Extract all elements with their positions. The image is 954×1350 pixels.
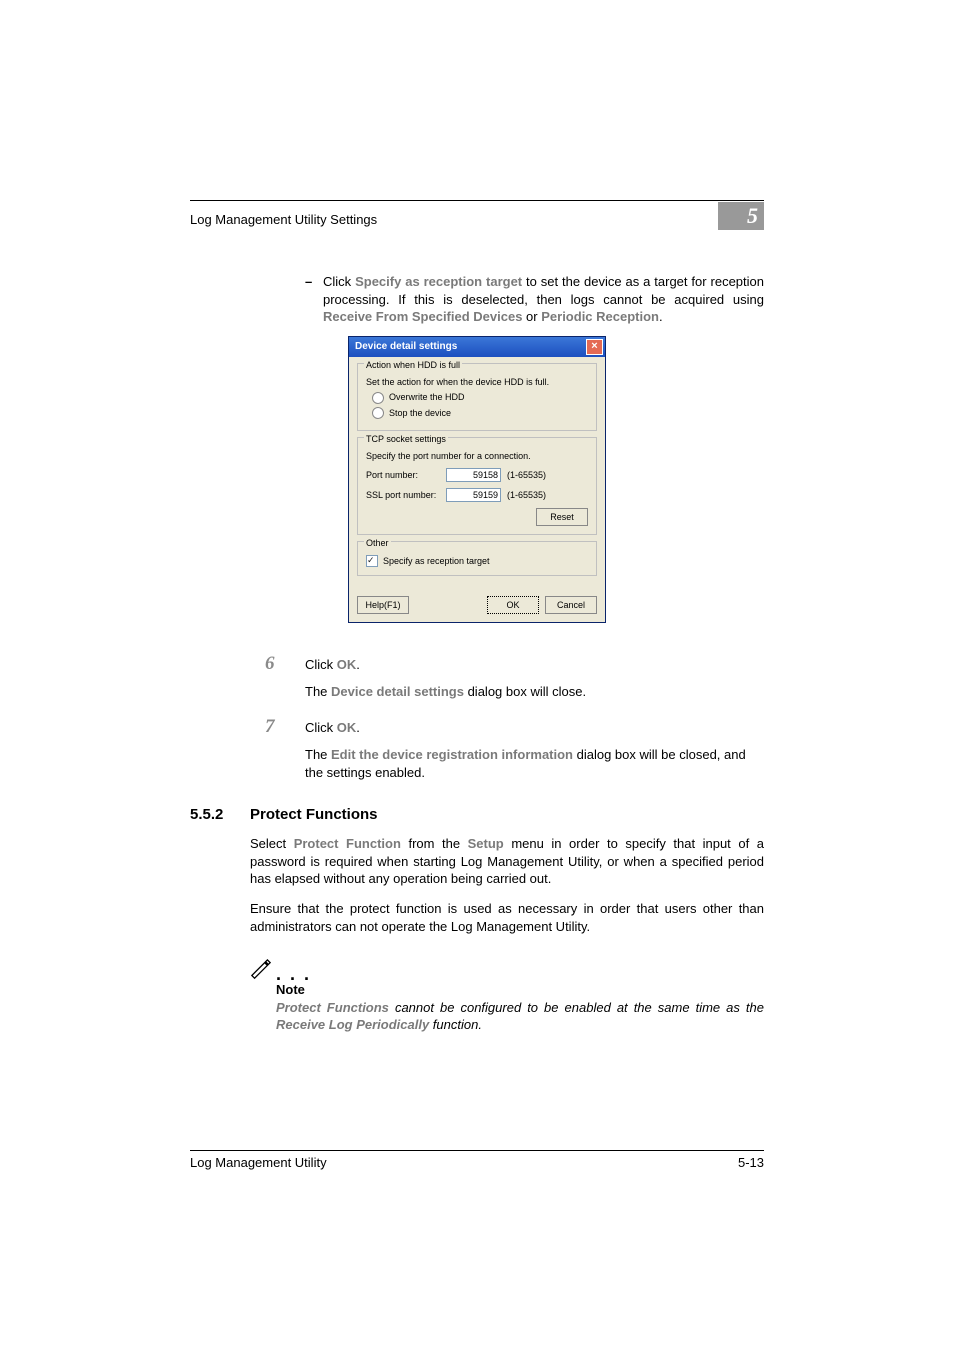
section-title: Protect Functions <box>250 805 378 825</box>
step-6-sub: The Device detail settings dialog box wi… <box>305 683 764 701</box>
step-number-7: 7 <box>265 714 305 740</box>
chapter-number: 5 <box>718 202 764 230</box>
cancel-button[interactable]: Cancel <box>545 596 597 614</box>
device-detail-dialog: Device detail settings × Action when HDD… <box>348 336 606 624</box>
step-7-text: Click OK. <box>305 719 360 737</box>
ssl-port-input[interactable] <box>446 488 501 502</box>
reset-button[interactable]: Reset <box>536 508 588 526</box>
ssl-port-label: SSL port number: <box>366 489 446 501</box>
note-dots: . . . <box>276 969 311 979</box>
close-icon[interactable]: × <box>586 339 603 355</box>
port-label: Port number: <box>366 469 446 481</box>
radio-stop[interactable] <box>372 407 384 419</box>
port-input[interactable] <box>446 468 501 482</box>
ssl-port-range: (1-65535) <box>507 489 546 501</box>
note-label: Note <box>276 981 764 999</box>
paragraph-1: Select Protect Function from the Setup m… <box>250 835 764 888</box>
specify-reception-label: Specify as reception target <box>383 556 490 566</box>
page-header-title: Log Management Utility Settings <box>190 212 377 227</box>
group-hdd-desc: Set the action for when the device HDD i… <box>366 376 588 388</box>
bullet-dash: – <box>305 273 323 326</box>
dialog-title: Device detail settings <box>355 340 457 354</box>
group-hdd-legend: Action when HDD is full <box>364 359 462 371</box>
radio-overwrite-label: Overwrite the HDD <box>389 392 465 402</box>
step-number-6: 6 <box>265 651 305 677</box>
radio-overwrite[interactable] <box>372 392 384 404</box>
step-6-text: Click OK. <box>305 656 360 674</box>
ok-button[interactable]: OK <box>487 596 539 614</box>
section-number: 5.5.2 <box>190 805 250 825</box>
help-button[interactable]: Help(F1) <box>357 596 409 614</box>
footer-right: 5-13 <box>738 1155 764 1170</box>
group-tcp-legend: TCP socket settings <box>364 433 448 445</box>
group-tcp-desc: Specify the port number for a connection… <box>366 450 588 462</box>
paragraph-2: Ensure that the protect function is used… <box>250 900 764 935</box>
note-text: Protect Functions cannot be configured t… <box>276 999 764 1034</box>
port-range: (1-65535) <box>507 469 546 481</box>
radio-stop-label: Stop the device <box>389 408 451 418</box>
step-7-sub: The Edit the device registration informa… <box>305 746 764 781</box>
specify-reception-checkbox[interactable] <box>366 555 378 567</box>
note-icon <box>250 959 272 981</box>
footer-left: Log Management Utility <box>190 1155 327 1170</box>
group-other-legend: Other <box>364 537 391 549</box>
bullet-text: Click Specify as reception target to set… <box>323 273 764 326</box>
